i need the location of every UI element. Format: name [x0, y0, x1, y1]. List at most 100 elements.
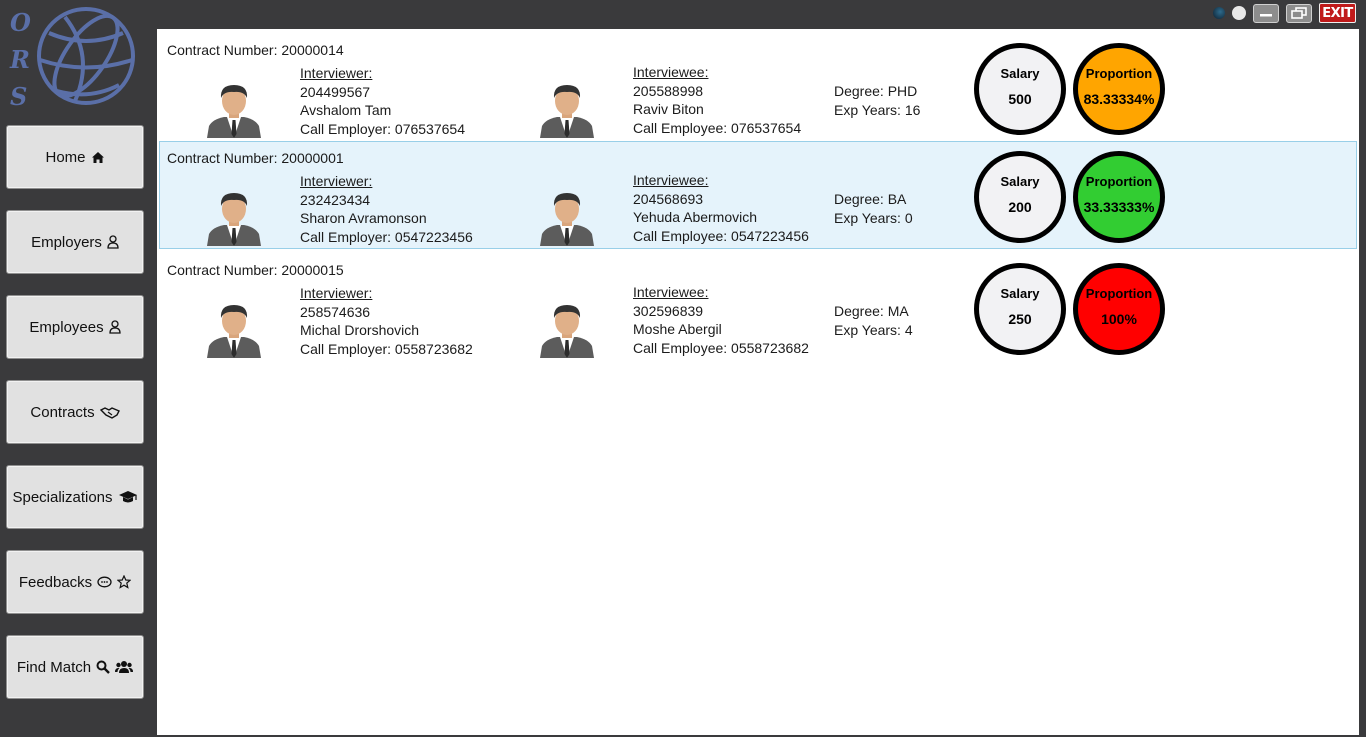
contract-number: Contract Number: 20000014 [167, 42, 344, 58]
window-controls: EXIT [1213, 3, 1356, 23]
nav-find-match-label: Find Match [16, 658, 92, 676]
contract-row[interactable]: Contract Number: 20000014 Interviewer: 2… [159, 32, 1357, 140]
interviewer-avatar-icon [207, 85, 261, 138]
interviewer-id: 258574636 [300, 303, 371, 320]
interviewee-id: 302596839 [633, 302, 704, 319]
contract-number: Contract Number: 20000015 [167, 262, 344, 278]
restore-button[interactable] [1286, 3, 1312, 23]
logo-letter-r: R [10, 45, 30, 74]
home-icon [91, 151, 105, 164]
interviewer-avatar-icon [207, 305, 261, 358]
interviewer-call: Call Employer: 076537654 [300, 120, 465, 137]
handshake-icon [99, 406, 120, 419]
logo-letter-s: S [10, 82, 28, 111]
interviewee-name: Raviv Biton [633, 101, 704, 117]
interviewer-name: Avshalom Tam [300, 102, 392, 118]
nav-find-match-button[interactable]: Find Match [6, 635, 144, 699]
globe-icon [37, 7, 135, 105]
interviewee-id: 204568693 [633, 190, 704, 207]
salary-label: Salary [1000, 285, 1040, 301]
theme-dark-toggle[interactable] [1213, 7, 1225, 19]
nav-employers-label: Employers [31, 233, 102, 251]
degree: Degree: PHD [834, 83, 918, 99]
nav-specializations-button[interactable]: Specializations [6, 465, 144, 529]
salary-circle: Salary 500 [974, 43, 1066, 135]
proportion-value: 100% [1101, 310, 1137, 327]
nav-employees-label: Employees [29, 318, 104, 336]
degree-info: Degree: BA Exp Years: 0 [834, 190, 913, 227]
star-icon [117, 575, 132, 589]
interviewer-name: Sharon Avramonson [300, 210, 427, 226]
nav-contracts-button[interactable]: Contracts [6, 380, 144, 444]
interviewee-header: Interviewee: [633, 172, 709, 188]
nav-feedbacks-label: Feedbacks [18, 573, 93, 591]
contract-row[interactable]: Contract Number: 20000015 Interviewer: 2… [159, 252, 1357, 360]
degree-info: Degree: PHD Exp Years: 16 [834, 82, 920, 119]
comment-icon [97, 576, 112, 589]
exit-button[interactable]: EXIT [1319, 3, 1356, 23]
proportion-circle: Proportion 100% [1073, 263, 1165, 355]
proportion-value: 83.33334% [1083, 90, 1155, 107]
nav-specializations-label: Specializations [12, 488, 113, 506]
interviewee-info: Interviewee: 204568693 Yehuda Abermovich… [633, 171, 809, 245]
interviewer-avatar-icon [207, 193, 261, 246]
proportion-label: Proportion [1085, 65, 1153, 81]
interviewer-name: Michal Drorshovich [300, 322, 420, 338]
nav-employers-button[interactable]: Employers [6, 210, 144, 274]
interviewer-info: Interviewer: 258574636 Michal Drorshovic… [300, 284, 473, 358]
interviewee-id: 205588998 [633, 82, 704, 99]
proportion-circle: Proportion 83.33334% [1073, 43, 1165, 135]
proportion-label: Proportion [1085, 285, 1153, 301]
interviewee-name: Yehuda Abermovich [633, 209, 758, 225]
degree-info: Degree: MA Exp Years: 4 [834, 302, 913, 339]
degree: Degree: MA [834, 303, 909, 319]
interviewer-id: 232423434 [300, 191, 371, 208]
nav-employees-button[interactable]: Employees [6, 295, 144, 359]
interviewee-avatar-icon [540, 85, 594, 138]
minimize-icon [1260, 14, 1272, 17]
interviewer-header: Interviewer: [300, 173, 373, 189]
search-icon [96, 660, 110, 674]
users-icon [115, 660, 134, 674]
nav-home-button[interactable]: Home [6, 125, 144, 189]
interviewer-id: 204499567 [300, 83, 371, 100]
interviewee-avatar-icon [540, 305, 594, 358]
theme-light-toggle[interactable] [1232, 6, 1246, 20]
user-icon [107, 235, 119, 249]
interviewee-header: Interviewee: [633, 64, 709, 80]
contract-number: Contract Number: 20000001 [167, 150, 344, 166]
restore-icon [1291, 7, 1307, 19]
logo-letter-o: O [10, 8, 31, 37]
proportion-value: 33.33333% [1083, 198, 1155, 215]
interviewer-call: Call Employer: 0547223456 [300, 228, 473, 245]
interviewer-header: Interviewer: [300, 65, 373, 81]
degree: Degree: BA [834, 191, 907, 207]
proportion-circle: Proportion 33.33333% [1073, 151, 1165, 243]
exp-years: Exp Years: 16 [834, 101, 921, 118]
exp-years: Exp Years: 0 [834, 209, 913, 226]
nav-home-label: Home [45, 148, 86, 166]
interviewee-info: Interviewee: 302596839 Moshe Abergil Cal… [633, 283, 809, 357]
interviewee-name: Moshe Abergil [633, 321, 722, 337]
salary-circle: Salary 200 [974, 151, 1066, 243]
interviewer-info: Interviewer: 204499567 Avshalom Tam Call… [300, 64, 465, 138]
contracts-list: Contract Number: 20000014 Interviewer: 2… [157, 29, 1359, 735]
graduation-cap-icon [118, 490, 138, 504]
interviewee-call: Call Employee: 0558723682 [633, 339, 809, 356]
interviewer-call: Call Employer: 0558723682 [300, 340, 473, 357]
user-icon [108, 320, 121, 334]
salary-value: 250 [1008, 310, 1032, 327]
interviewer-info: Interviewer: 232423434 Sharon Avramonson… [300, 172, 473, 246]
salary-value: 200 [1008, 198, 1032, 215]
contract-row[interactable]: Contract Number: 20000001 Interviewer: 2… [159, 141, 1357, 249]
nav-contracts-label: Contracts [30, 403, 95, 421]
nav-feedbacks-button[interactable]: Feedbacks [6, 550, 144, 614]
interviewee-call: Call Employee: 0547223456 [633, 227, 809, 244]
minimize-button[interactable] [1253, 3, 1279, 23]
exp-years: Exp Years: 4 [834, 321, 913, 338]
salary-label: Salary [1000, 65, 1040, 81]
interviewee-call: Call Employee: 076537654 [633, 119, 802, 136]
proportion-label: Proportion [1085, 173, 1153, 189]
interviewee-info: Interviewee: 205588998 Raviv Biton Call … [633, 63, 801, 137]
salary-value: 500 [1008, 90, 1032, 107]
